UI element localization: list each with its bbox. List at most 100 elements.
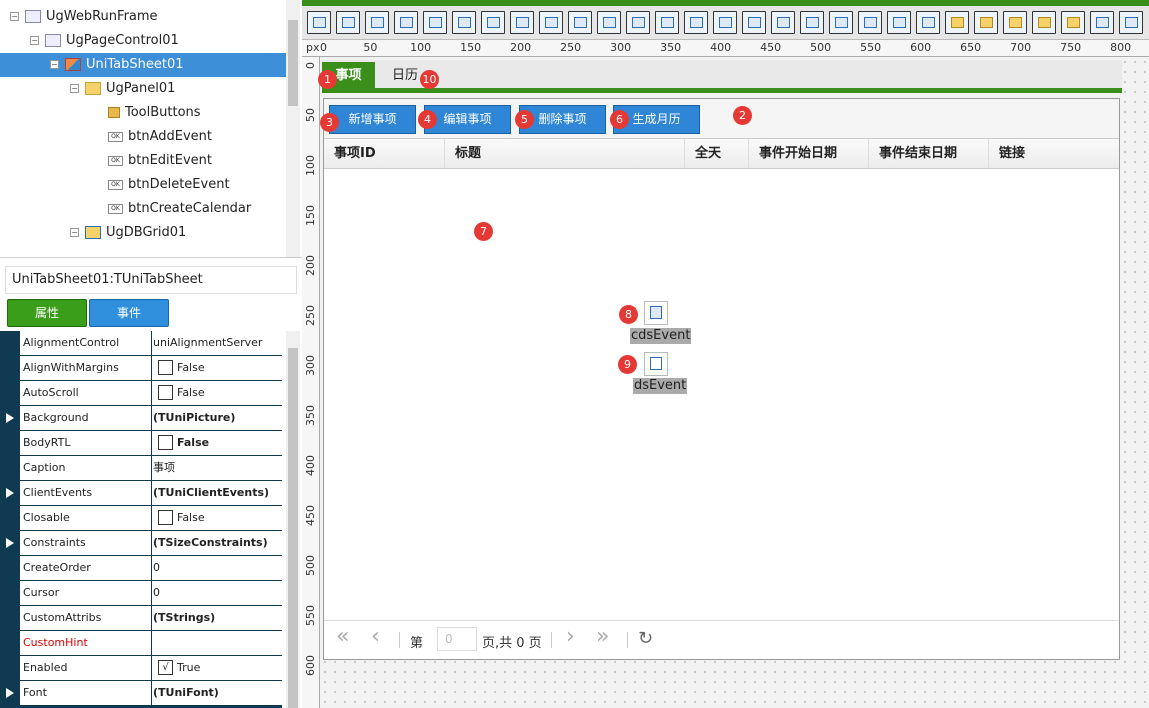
property-row[interactable]: Font (TUniFont) (20, 681, 282, 706)
palette-component-icon[interactable] (974, 11, 998, 34)
palette-component-icon[interactable] (1090, 11, 1114, 34)
tree-node-ugpanel01[interactable]: − UgPanel01 (70, 77, 286, 101)
palette-component-icon[interactable] (858, 11, 882, 34)
palette-component-icon[interactable] (1032, 11, 1056, 34)
palette-component-icon[interactable] (481, 11, 505, 34)
column-header-all-day[interactable]: 全天 (685, 139, 749, 168)
collapse-icon[interactable]: − (50, 60, 59, 69)
palette-component-icon[interactable] (742, 11, 766, 34)
palette-component-icon[interactable] (539, 11, 563, 34)
tree-node-ugdbgrid01[interactable]: − UgDBGrid01 (70, 221, 286, 245)
palette-component-icon[interactable] (394, 11, 418, 34)
palette-component-icon[interactable] (1119, 11, 1143, 34)
palette-component-icon[interactable] (684, 11, 708, 34)
property-row[interactable]: Background (TUniPicture) (20, 406, 282, 431)
property-value[interactable]: 0 (152, 581, 282, 605)
tree-node-ugwebrunframe[interactable]: − UgWebRunFrame (10, 5, 286, 29)
collapse-icon[interactable]: − (10, 12, 19, 21)
property-value[interactable]: False (152, 431, 282, 455)
page-number-input[interactable]: 0 (437, 627, 477, 651)
property-row[interactable]: Cursor 0 (20, 581, 282, 606)
property-row[interactable]: CustomHint (20, 631, 282, 656)
tree-scrollbar-thumb[interactable] (288, 20, 298, 106)
column-header-end-date[interactable]: 事件结束日期 (869, 139, 989, 168)
palette-component-icon[interactable] (510, 11, 534, 34)
property-value[interactable]: (TUniFont) (152, 681, 282, 705)
property-row[interactable]: CustomAttribs (TStrings) (20, 606, 282, 631)
expand-arrow-icon[interactable] (6, 538, 14, 548)
dsevent-component-icon[interactable] (644, 352, 668, 376)
palette-component-icon[interactable] (713, 11, 737, 34)
property-row[interactable]: Caption 事项 (20, 456, 282, 481)
property-value[interactable]: False (152, 381, 282, 405)
property-row[interactable]: CreateOrder 0 (20, 556, 282, 581)
palette-component-icon[interactable] (800, 11, 824, 34)
tab-events[interactable]: 事件 (89, 299, 169, 327)
property-row[interactable]: Constraints (TSizeConstraints) (20, 531, 282, 556)
property-value[interactable]: (TStrings) (152, 606, 282, 630)
property-row[interactable]: AlignmentControl uniAlignmentServer (20, 331, 282, 356)
property-value[interactable]: (TUniClientEvents) (152, 481, 282, 505)
checkbox[interactable] (158, 434, 173, 450)
palette-component-icon[interactable] (829, 11, 853, 34)
tree-node-btncreatecalendar[interactable]: OK btnCreateCalendar (108, 197, 286, 221)
column-header-event-id[interactable]: 事项ID (324, 139, 445, 168)
tree-node-btneditevent[interactable]: OK btnEditEvent (108, 149, 286, 173)
palette-component-icon[interactable] (1003, 11, 1027, 34)
palette-component-icon[interactable] (626, 11, 650, 34)
palette-component-icon[interactable] (1061, 11, 1085, 34)
tree-node-unitabsheet01[interactable]: − UniTabSheet01 (0, 53, 286, 77)
expand-arrow-icon[interactable] (6, 688, 14, 698)
palette-component-icon[interactable] (916, 11, 940, 34)
property-value[interactable]: 0 (152, 556, 282, 580)
property-value[interactable]: √ True (152, 656, 282, 680)
checkbox[interactable] (158, 509, 173, 525)
first-page-icon[interactable]: « (336, 626, 349, 648)
palette-component-icon[interactable] (336, 11, 360, 34)
object-name-field[interactable]: UniTabSheet01:TUniTabSheet (5, 266, 297, 294)
palette-component-icon[interactable] (452, 11, 476, 34)
column-header-link[interactable]: 链接 (989, 139, 1119, 168)
column-header-title[interactable]: 标题 (445, 139, 685, 168)
palette-component-icon[interactable] (771, 11, 795, 34)
expand-arrow-icon[interactable] (6, 488, 14, 498)
property-value[interactable] (152, 631, 282, 655)
property-row[interactable]: BodyRTL False (20, 431, 282, 456)
tree-node-btnaddevent[interactable]: OK btnAddEvent (108, 125, 286, 149)
property-value[interactable]: (TUniPicture) (152, 406, 282, 430)
cdsevent-component-icon[interactable] (644, 301, 668, 325)
property-value[interactable]: False (152, 506, 282, 530)
property-row[interactable]: AutoScroll False (20, 381, 282, 406)
property-scrollbar-thumb[interactable] (288, 348, 298, 708)
palette-component-icon[interactable] (307, 11, 331, 34)
tree-node-btndeleteevent[interactable]: OK btnDeleteEvent (108, 173, 286, 197)
property-value[interactable]: False (152, 356, 282, 380)
refresh-icon[interactable]: ↻ (638, 629, 653, 649)
collapse-icon[interactable]: − (70, 228, 79, 237)
property-value[interactable]: 事项 (152, 456, 282, 480)
palette-component-icon[interactable] (887, 11, 911, 34)
property-row[interactable]: AlignWithMargins False (20, 356, 282, 381)
edit-event-button[interactable]: 编辑事项 (424, 105, 511, 134)
prev-page-icon[interactable]: ‹ (371, 626, 380, 648)
checkbox[interactable] (158, 384, 173, 400)
expand-arrow-icon[interactable] (6, 413, 14, 423)
palette-component-icon[interactable] (945, 11, 969, 34)
checkbox[interactable]: √ (158, 659, 173, 675)
property-row[interactable]: ClientEvents (TUniClientEvents) (20, 481, 282, 506)
collapse-icon[interactable]: − (70, 84, 79, 93)
property-row[interactable]: Enabled √ True (20, 656, 282, 681)
property-row[interactable]: Closable False (20, 506, 282, 531)
next-page-icon[interactable]: › (566, 626, 575, 648)
column-header-start-date[interactable]: 事件开始日期 (749, 139, 869, 168)
palette-component-icon[interactable] (365, 11, 389, 34)
checkbox[interactable] (158, 359, 173, 375)
tree-node-ugpagecontrol01[interactable]: − UgPageControl01 (30, 29, 286, 53)
last-page-icon[interactable]: » (596, 626, 609, 648)
palette-component-icon[interactable] (655, 11, 679, 34)
palette-component-icon[interactable] (423, 11, 447, 34)
tree-node-toolbuttons[interactable]: ToolButtons (108, 101, 286, 125)
collapse-icon[interactable]: − (30, 36, 39, 45)
property-value[interactable]: (TSizeConstraints) (152, 531, 282, 555)
property-value[interactable]: uniAlignmentServer (152, 331, 282, 355)
